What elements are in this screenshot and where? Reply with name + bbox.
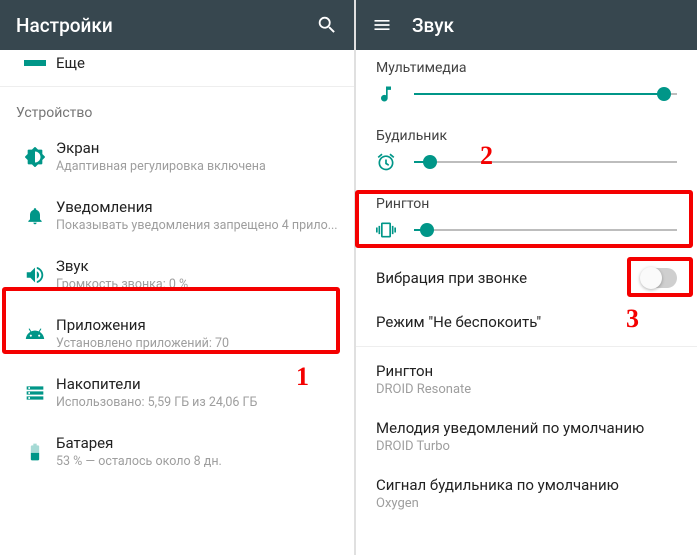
item-sub: 53 % — осталось около 8 дн. [56,454,340,469]
pref-title: Мелодия уведомлений по умолчанию [376,419,677,437]
storage-icon [14,383,56,403]
annotation-number-3: 3 [626,304,639,334]
slider-label-alarm: Будильник [356,118,697,148]
appbar-right: Звук [356,0,697,50]
settings-pane: Настройки Еще Устройство Экран Адаптивна… [0,0,356,555]
slider-alarm[interactable] [356,148,697,186]
vibrate-label: Вибрация при звонке [376,269,641,287]
item-sub: Показывать уведомления запрещено 4 прило… [56,218,340,233]
display-icon [14,146,56,168]
settings-item-battery[interactable]: Батарея 53 % — осталось около 8 дн. [0,422,354,481]
item-sub: Громкость звонка: 0 % [56,277,340,292]
more-item[interactable]: Еще [0,50,354,82]
pref-value: Oxygen [376,496,677,511]
appbar-title: Настройки [16,14,316,37]
slider-ring[interactable] [356,216,697,254]
ringtone-pref[interactable]: Рингтон DROID Resonate [356,351,697,408]
annotation-number-2: 2 [480,141,493,171]
vibrate-on-call-row[interactable]: Вибрация при звонке [356,254,697,302]
vibrate-switch[interactable] [641,268,677,288]
pref-value: DROID Turbo [376,439,677,454]
pref-title: Рингтон [376,362,677,380]
item-sub: Установлено приложений: 70 [56,336,340,351]
settings-item-apps[interactable]: Приложения Установлено приложений: 70 [0,304,354,363]
music-note-icon [376,84,406,104]
slider-label-media: Мультимедиа [356,50,697,80]
item-sub: Использовано: 5,59 ГБ из 24,06 ГБ [56,395,340,410]
item-title: Звук [56,257,340,275]
more-label: Еще [56,54,85,72]
appbar-title: Звук [412,14,681,37]
item-title: Экран [56,139,340,157]
dnd-item[interactable]: Режим "Не беспокоить" [356,302,697,342]
item-title: Приложения [56,316,340,334]
slider-label-ring: Рингтон [356,186,697,216]
settings-item-sound[interactable]: Звук Громкость звонка: 0 % [0,245,354,304]
item-title: Уведомления [56,198,340,216]
slider-media[interactable] [356,80,697,118]
apps-icon [14,324,56,344]
bell-icon [14,206,56,226]
appbar-left: Настройки [0,0,354,50]
sound-pane: Звук Мультимедиа Будильник Рингтон Вибра… [356,0,697,555]
annotation-number-1: 1 [296,362,309,392]
section-header: Устройство [0,91,354,127]
item-sub: Адаптивная регулировка включена [56,159,340,174]
menu-icon[interactable] [372,15,392,35]
settings-item-display[interactable]: Экран Адаптивная регулировка включена [0,127,354,186]
item-title: Батарея [56,434,340,452]
divider [0,86,354,87]
settings-item-notifications[interactable]: Уведомления Показывать уведомления запре… [0,186,354,245]
divider [356,346,697,347]
pref-title: Сигнал будильника по умолчанию [376,476,677,494]
notif-sound-pref[interactable]: Мелодия уведомлений по умолчанию DROID T… [356,408,697,465]
battery-icon [14,442,56,462]
volume-icon [14,264,56,286]
pref-value: DROID Resonate [376,382,677,397]
search-icon[interactable] [316,14,338,36]
alarm-icon [376,152,406,172]
alarm-sound-pref[interactable]: Сигнал будильника по умолчанию Oxygen [356,465,697,522]
more-icon [14,60,56,66]
vibration-icon [376,220,406,240]
